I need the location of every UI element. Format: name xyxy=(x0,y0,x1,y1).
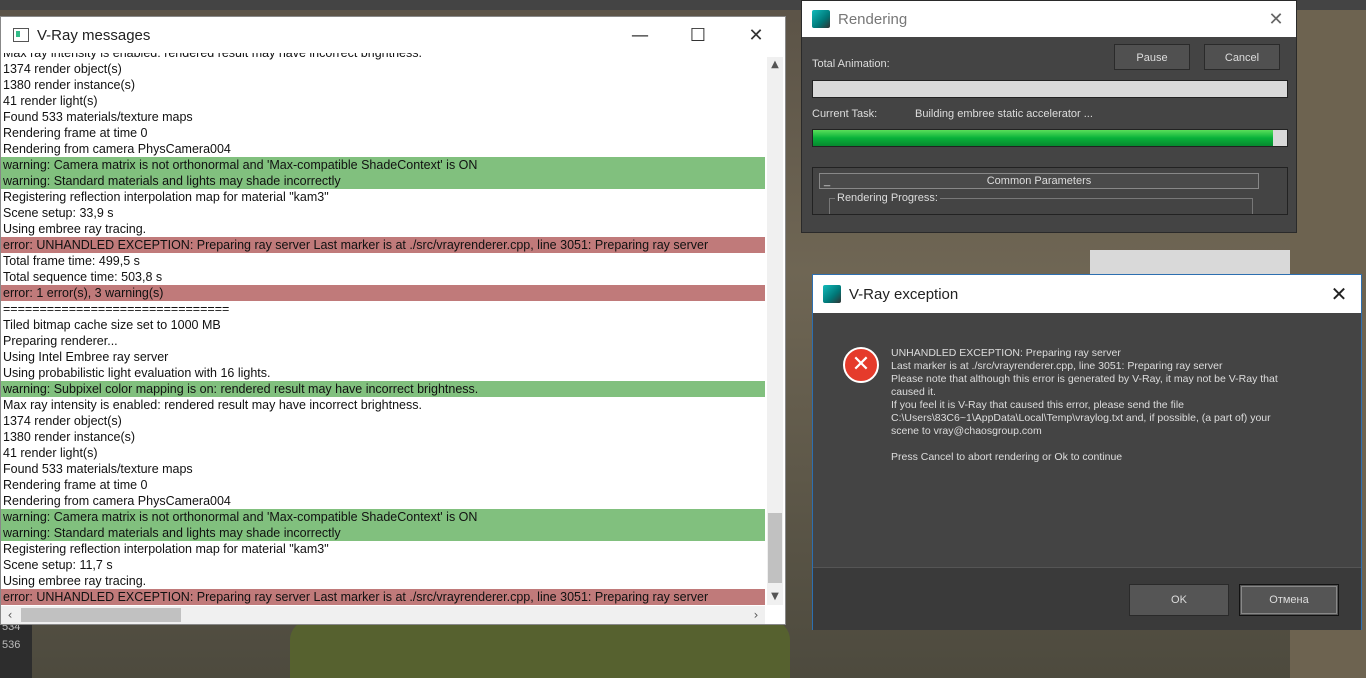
log-line: 1374 render object(s) xyxy=(3,62,122,76)
log-line: Rendering from camera PhysCamera004 xyxy=(3,494,231,508)
cancel-button[interactable]: Cancel xyxy=(1204,44,1280,70)
scroll-thumb[interactable] xyxy=(21,608,181,622)
log-line: Total sequence time: 503,8 s xyxy=(3,270,163,284)
progress-fill xyxy=(813,130,1273,146)
common-parameters-rollout: _ Common Parameters Rendering Progress: xyxy=(812,167,1288,215)
window-titlebar[interactable]: V-Ray messages — ☐ ✕ xyxy=(1,17,785,53)
pause-button[interactable]: Pause xyxy=(1114,44,1190,70)
log-line: 1380 render instance(s) xyxy=(3,78,136,92)
log-line: Using embree ray tracing. xyxy=(3,222,147,236)
scroll-right-icon[interactable]: › xyxy=(747,606,765,624)
log-line: Rendering from camera PhysCamera004 xyxy=(3,142,231,156)
3dsmax-logo-icon xyxy=(812,10,830,28)
horizontal-scrollbar[interactable]: ‹ › xyxy=(1,606,765,624)
current-task-value: Building embree static accelerator ... xyxy=(915,108,1093,120)
log-line: Using Intel Embree ray server xyxy=(3,350,169,364)
window-titlebar[interactable]: Rendering ✕ xyxy=(802,1,1296,37)
rollout-title: Common Parameters xyxy=(986,175,1092,187)
window-app-icon xyxy=(13,28,29,42)
vray-exception-dialog: V-Ray exception ✕ ✕ UNHANDLED EXCEPTION:… xyxy=(812,274,1362,630)
log-line: =============================== xyxy=(3,302,230,316)
cancel-button[interactable]: Отмена xyxy=(1239,584,1339,616)
log-line: Registering reflection interpolation map… xyxy=(3,542,329,556)
log-line: Total frame time: 499,5 s xyxy=(3,254,140,268)
message-line: scene to vray@chaosgroup.com xyxy=(891,425,1042,437)
close-button[interactable]: ✕ xyxy=(1256,9,1296,30)
log-warning-line: warning: Camera matrix is not orthonorma… xyxy=(1,509,765,525)
maximize-button[interactable]: ☐ xyxy=(669,25,727,46)
current-task-progress xyxy=(812,129,1288,147)
collapse-toggle[interactable]: _ xyxy=(824,174,830,188)
log-line: Scene setup: 11,7 s xyxy=(3,558,113,572)
log-line: Using probabilistic light evaluation wit… xyxy=(3,366,271,380)
minimize-button[interactable]: — xyxy=(611,25,669,46)
scroll-down-icon[interactable]: ▼ xyxy=(767,589,783,605)
scroll-left-icon[interactable]: ‹ xyxy=(1,606,19,624)
error-x-icon: ✕ xyxy=(843,347,879,383)
message-line: C:\Users\83C6~1\AppData\Local\Temp\vrayl… xyxy=(891,412,1271,424)
ok-button[interactable]: OK xyxy=(1129,584,1229,616)
window-title: V-Ray messages xyxy=(37,26,151,44)
log-line: Rendering frame at time 0 xyxy=(3,126,148,140)
log-line: Found 533 materials/texture maps xyxy=(3,110,193,124)
vray-messages-window: V-Ray messages — ☐ ✕ Max ray intensity i… xyxy=(0,16,786,625)
scroll-thumb[interactable] xyxy=(768,513,782,583)
prompt-line: Press Cancel to abort rendering or Ok to… xyxy=(891,451,1123,463)
dialog-title: V-Ray exception xyxy=(849,285,959,303)
log-line: 41 render light(s) xyxy=(3,446,98,460)
message-line: UNHANDLED EXCEPTION: Preparing ray serve… xyxy=(891,347,1121,359)
scroll-up-icon[interactable]: ▲ xyxy=(767,57,783,73)
exception-message: UNHANDLED EXCEPTION: Preparing ray serve… xyxy=(891,347,1331,464)
total-animation-label: Total Animation: xyxy=(812,58,890,70)
log-warning-line: warning: Subpixel color mapping is on: r… xyxy=(1,381,765,397)
log-line: Max ray intensity is enabled: rendered r… xyxy=(3,53,422,60)
dialog-titlebar[interactable]: V-Ray exception ✕ xyxy=(813,275,1361,313)
window-title: Rendering xyxy=(838,10,908,28)
log-warning-line: warning: Camera matrix is not orthonorma… xyxy=(1,157,765,173)
log-line: Registering reflection interpolation map… xyxy=(3,190,329,204)
scene-sofa xyxy=(290,620,790,678)
log-error-line: error: 1 error(s), 3 warning(s) xyxy=(1,285,765,301)
rendering-progress-label: Rendering Progress: xyxy=(835,192,940,204)
log-line: Tiled bitmap cache size set to 1000 MB xyxy=(3,318,221,332)
log-warning-line: warning: Standard materials and lights m… xyxy=(1,173,765,189)
log-line: Found 533 materials/texture maps xyxy=(3,462,193,476)
3dsmax-logo-icon xyxy=(823,285,841,303)
log-error-line: error: UNHANDLED EXCEPTION: Preparing ra… xyxy=(1,589,765,605)
log-line: Rendering frame at time 0 xyxy=(3,478,148,492)
log-line: 1380 render instance(s) xyxy=(3,430,136,444)
log-error-line: error: UNHANDLED EXCEPTION: Preparing ra… xyxy=(1,237,765,253)
current-task-label: Current Task: xyxy=(812,108,878,120)
message-log[interactable]: Max ray intensity is enabled: rendered r… xyxy=(1,53,765,621)
total-animation-progress xyxy=(812,80,1288,98)
close-button[interactable]: ✕ xyxy=(1317,282,1361,306)
message-line: Please note that although this error is … xyxy=(891,373,1278,385)
log-line: Preparing renderer... xyxy=(3,334,118,348)
log-line: Using embree ray tracing. xyxy=(3,574,147,588)
log-warning-line: warning: Standard materials and lights m… xyxy=(1,525,765,541)
log-line: 41 render light(s) xyxy=(3,94,98,108)
rendering-window: Rendering ✕ Pause Cancel Total Animation… xyxy=(801,0,1297,233)
message-line: If you feel it is V-Ray that caused this… xyxy=(891,399,1184,411)
close-button[interactable]: ✕ xyxy=(727,25,785,46)
message-line: Last marker is at ./src/vrayrenderer.cpp… xyxy=(891,360,1223,372)
vertical-scrollbar[interactable]: ▲ ▼ xyxy=(767,57,783,605)
rollout-header[interactable]: _ Common Parameters xyxy=(819,173,1259,189)
ruler-number: 536 xyxy=(2,639,21,651)
log-line: Max ray intensity is enabled: rendered r… xyxy=(3,398,422,412)
message-line: caused it. xyxy=(891,386,936,398)
log-lines: 1374 render object(s) 1380 render instanc… xyxy=(1,61,765,605)
log-line: Scene setup: 33,9 s xyxy=(3,206,114,220)
dialog-footer: OK Отмена xyxy=(813,567,1361,630)
log-line: 1374 render object(s) xyxy=(3,414,122,428)
